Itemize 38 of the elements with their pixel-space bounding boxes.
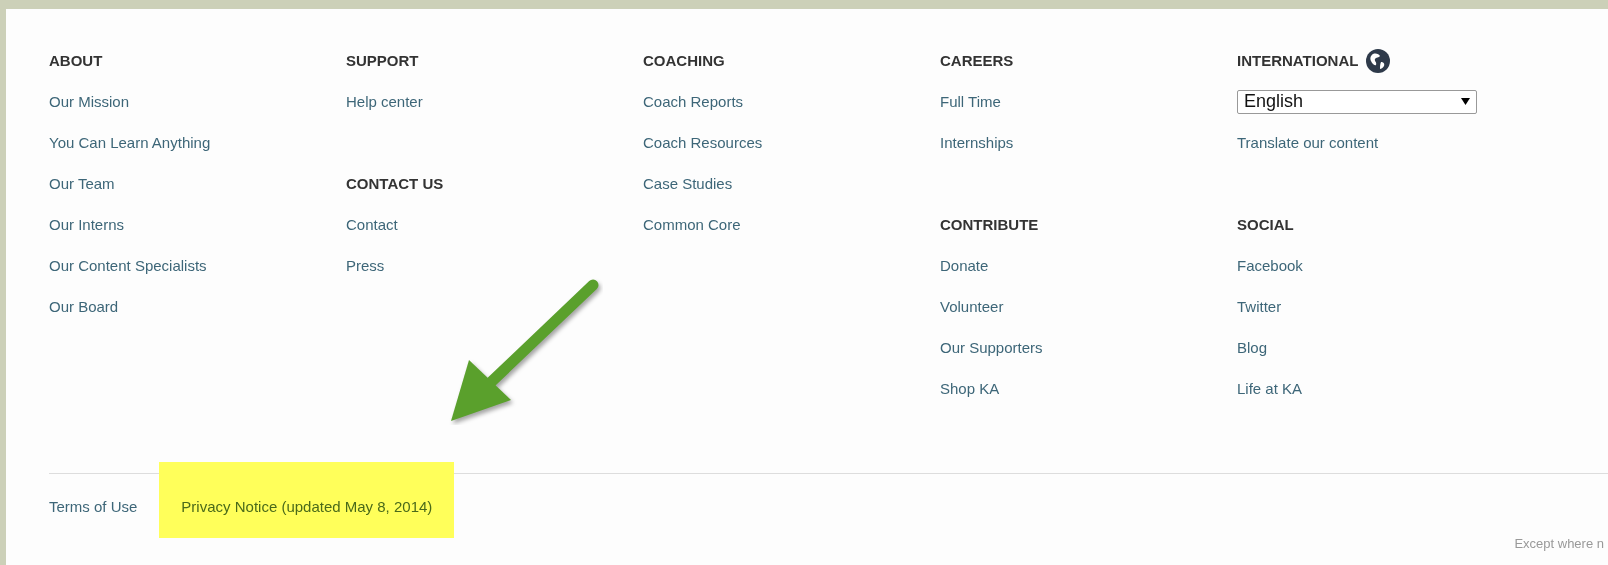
footer-link[interactable]: Case Studies <box>643 175 733 192</box>
footer-link[interactable]: Blog <box>1237 339 1268 356</box>
footer-link[interactable]: Terms of Use <box>49 462 160 538</box>
footer-link[interactable]: Full Time <box>940 93 1001 110</box>
footer-link[interactable]: Coach Reports <box>643 93 744 110</box>
footer-link[interactable]: Our Interns <box>49 216 125 233</box>
footer-link[interactable]: Common Core <box>643 216 741 233</box>
language-select[interactable]: English <box>1237 89 1477 114</box>
footer-link[interactable]: Twitter <box>1237 298 1282 315</box>
footer-link[interactable]: Translate our content <box>1237 134 1379 151</box>
footer-link[interactable]: Privacy Notice (updated May 8, 2014) <box>159 462 455 538</box>
footer-link[interactable]: Our Supporters <box>940 339 1043 356</box>
footer-link[interactable]: Facebook <box>1237 257 1303 274</box>
section-heading: SOCIAL <box>1237 216 1294 233</box>
footer-link[interactable]: Our Team <box>49 175 115 192</box>
footer-link[interactable]: Press <box>346 257 385 274</box>
section-heading: CAREERS <box>940 52 1014 69</box>
footer-link[interactable]: Contact <box>346 216 398 233</box>
section-heading: SUPPORT <box>346 52 419 69</box>
section-heading: CONTACT US <box>346 175 444 192</box>
section-heading: CONTRIBUTE <box>940 216 1039 233</box>
footer-link[interactable]: You Can Learn Anything <box>49 134 211 151</box>
caret-icon <box>1461 98 1470 105</box>
section-heading: COACHING <box>643 52 725 69</box>
footer-link[interactable]: Our Content Specialists <box>49 257 207 274</box>
footer-link[interactable]: Coach Resources <box>643 134 763 151</box>
footer-link[interactable]: Our Mission <box>49 93 130 110</box>
footer-link[interactable]: Life at KA <box>1237 380 1303 397</box>
footer-link[interactable]: Volunteer <box>940 298 1004 315</box>
footer-link[interactable]: Donate <box>940 257 989 274</box>
footer-link[interactable]: Internships <box>940 134 1014 151</box>
section-heading: ABOUT <box>49 52 103 69</box>
footer-link[interactable]: Our Board <box>49 298 119 315</box>
footer-link[interactable]: Help center <box>346 93 423 110</box>
section-heading: INTERNATIONAL <box>1237 52 1359 69</box>
license-note: Except where n <box>1514 536 1604 551</box>
footer-link[interactable]: Shop KA <box>940 380 1000 397</box>
globe-icon <box>1366 48 1391 73</box>
